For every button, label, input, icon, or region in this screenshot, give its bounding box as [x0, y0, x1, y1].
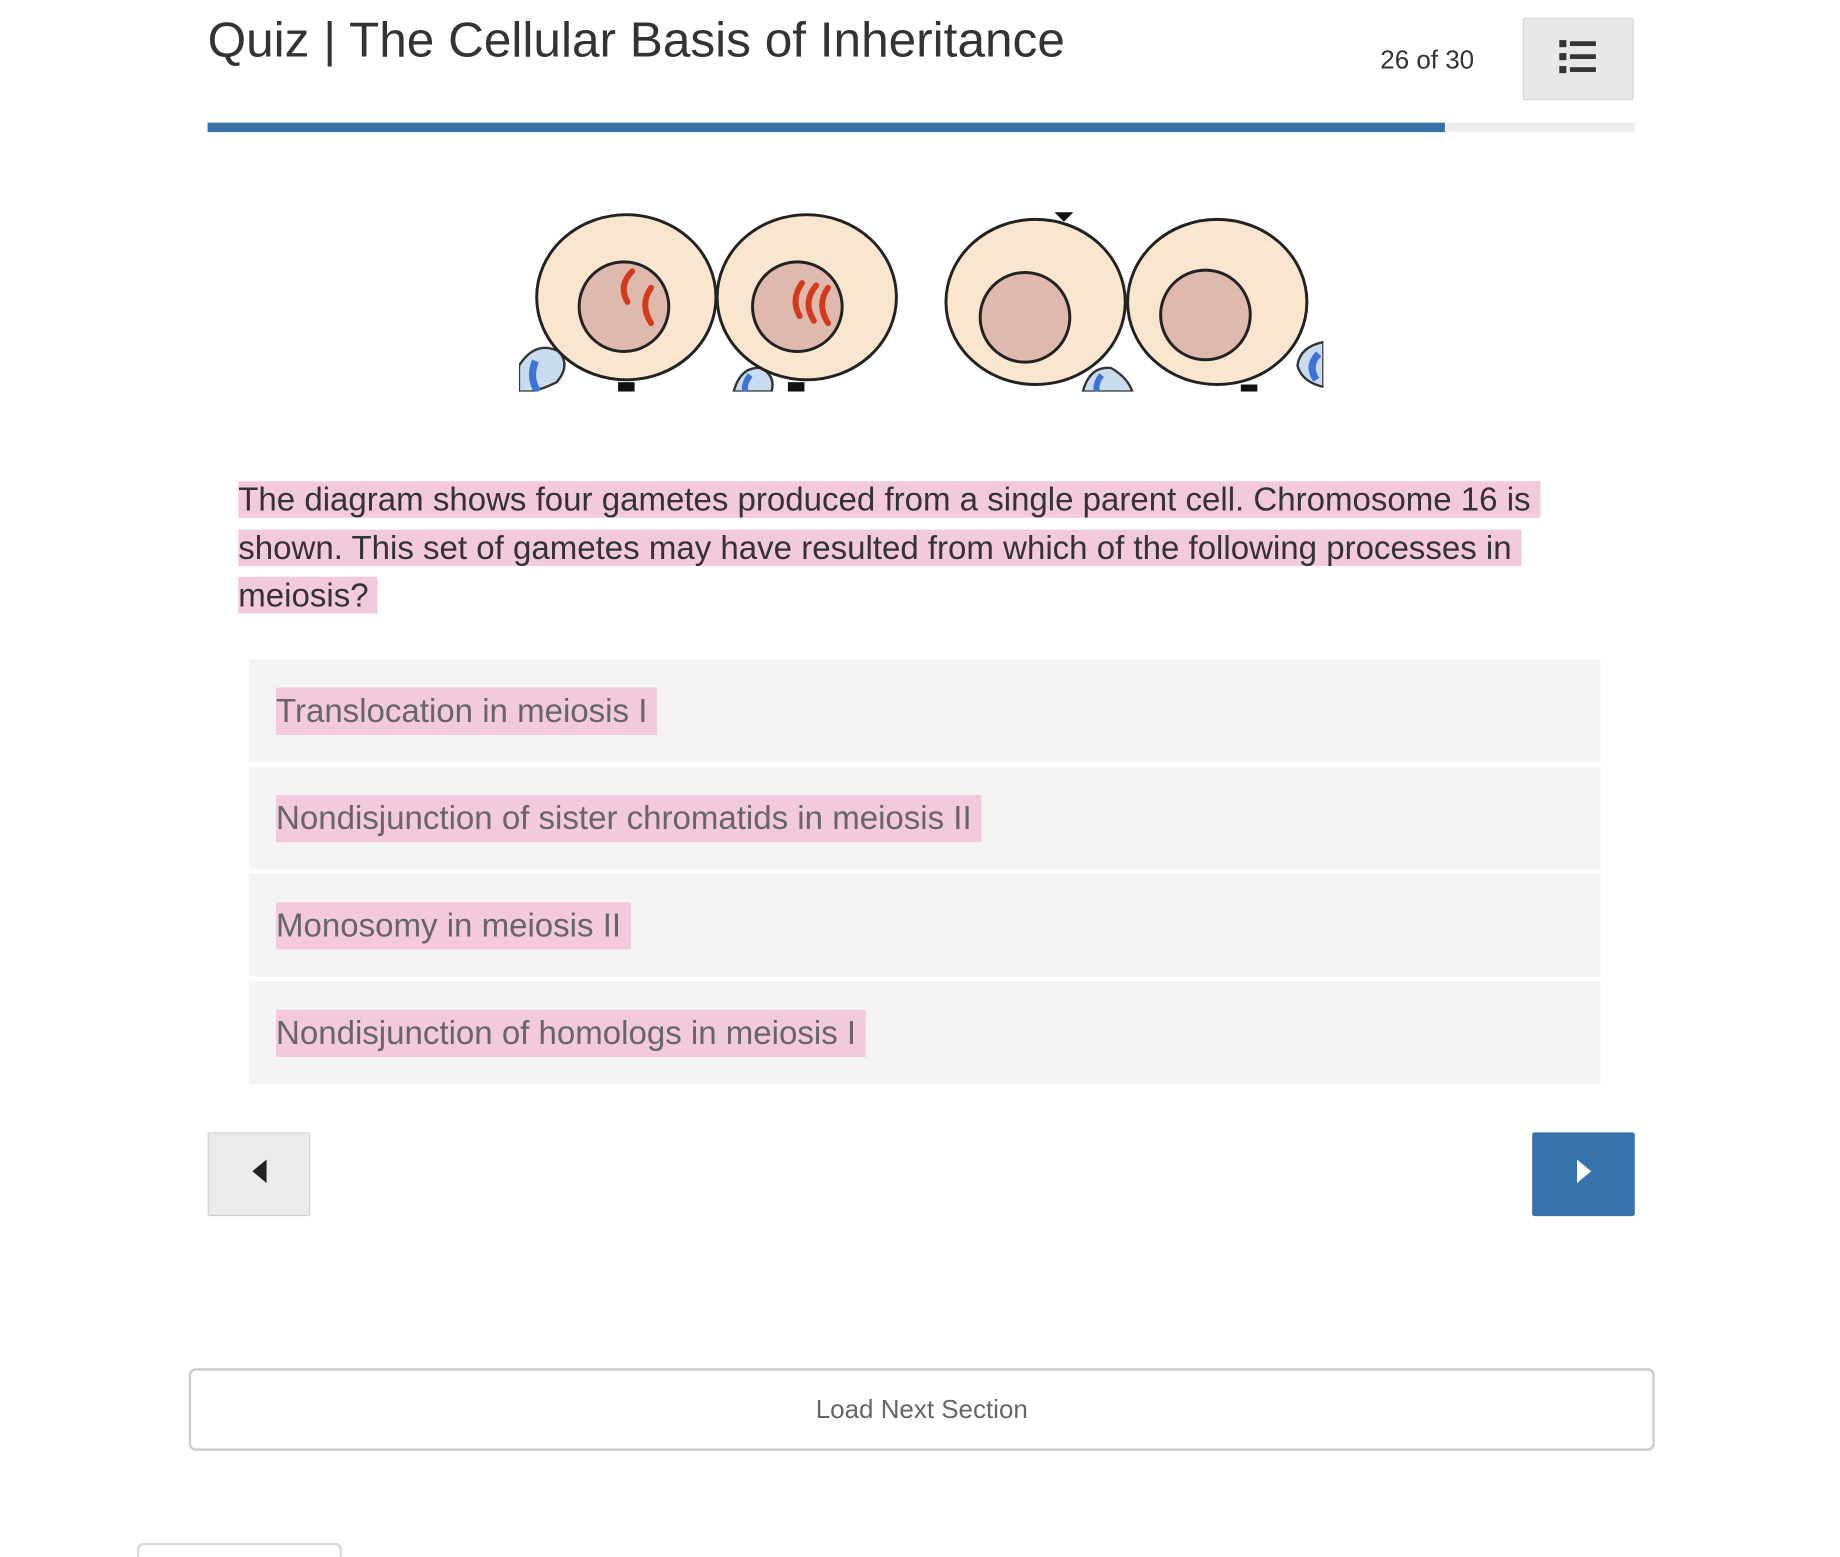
- answer-option-4[interactable]: Nondisjunction of homologs in meiosis I: [248, 981, 1601, 1084]
- answer-option-1[interactable]: Translocation in meiosis I: [248, 659, 1601, 762]
- answer-label: Monosomy in meiosis II: [276, 901, 631, 949]
- page-title: Quiz | The Cellular Basis of Inheritance: [207, 11, 1065, 68]
- answer-list: Translocation in meiosis I Nondisjunctio…: [248, 659, 1601, 1088]
- answer-label: Translocation in meiosis I: [276, 687, 657, 735]
- question-list-button[interactable]: [1522, 17, 1634, 101]
- load-next-section-button[interactable]: Load Next Section: [188, 1368, 1655, 1451]
- answer-option-2[interactable]: Nondisjunction of sister chromatids in m…: [248, 766, 1601, 870]
- gametes-diagram: [517, 189, 1325, 394]
- quiz-progress-bar: [207, 122, 1635, 133]
- bottom-partial-element: [136, 1542, 343, 1557]
- answer-label: Nondisjunction of homologs in meiosis I: [276, 1009, 866, 1057]
- previous-question-button[interactable]: [207, 1132, 311, 1217]
- quiz-progress-fill: [207, 122, 1445, 133]
- caret-right-icon: [1574, 1158, 1593, 1190]
- question-counter: 26 of 30: [1380, 44, 1475, 75]
- answer-option-3[interactable]: Monosomy in meiosis II: [248, 874, 1601, 977]
- quiz-page: Quiz | The Cellular Basis of Inheritance…: [0, 0, 1840, 1557]
- caret-left-icon: [249, 1158, 268, 1190]
- question-text: The diagram shows four gametes produced …: [238, 477, 1606, 620]
- next-question-button[interactable]: [1532, 1132, 1635, 1217]
- answer-label: Nondisjunction of sister chromatids in m…: [276, 794, 982, 842]
- question-text-highlight: The diagram shows four gametes produced …: [238, 481, 1541, 614]
- list-icon: [1558, 37, 1598, 81]
